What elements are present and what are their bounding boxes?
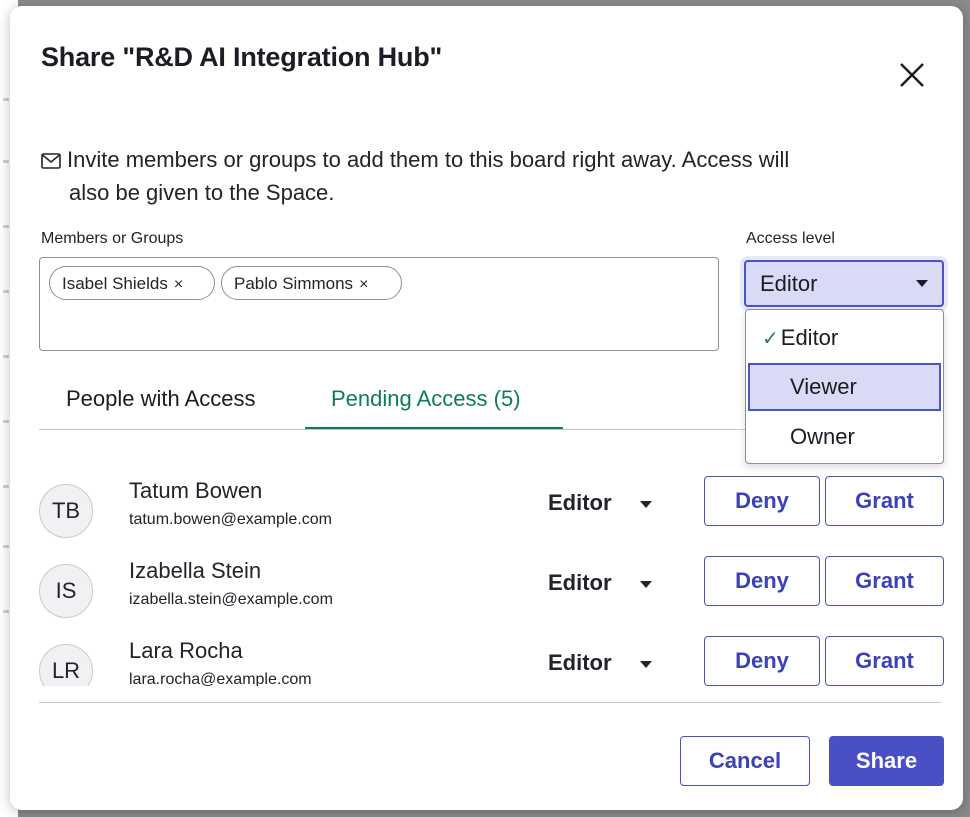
access-level-value: Editor — [760, 271, 818, 296]
deny-button[interactable]: Deny — [704, 556, 820, 606]
caret-down-icon[interactable] — [640, 661, 652, 668]
menu-option-owner[interactable]: Owner — [748, 413, 941, 461]
remove-chip-icon[interactable]: × — [174, 276, 183, 293]
menu-option-viewer[interactable]: Viewer — [748, 363, 941, 411]
cancel-button[interactable]: Cancel — [680, 736, 810, 786]
members-input[interactable]: Isabel Shields × Pablo Simmons × — [39, 257, 719, 351]
info-text-line1: Invite members or groups to add them to … — [67, 147, 790, 172]
person-name: Izabella Stein — [129, 558, 262, 583]
grant-button[interactable]: Grant — [825, 636, 944, 686]
invite-info: Invite members or groups to add them to … — [41, 144, 921, 208]
dialog-title: Share "R&D AI Integration Hub" — [41, 42, 443, 72]
mail-icon — [41, 146, 61, 177]
check-icon: ✓ — [762, 328, 779, 350]
tab-people-with-access[interactable]: People with Access — [66, 386, 256, 412]
access-level-label: Access level — [746, 230, 835, 247]
caret-down-icon[interactable] — [640, 581, 652, 588]
list-item: LR Lara Rocha lara.rocha@example.com Edi… — [39, 636, 949, 686]
avatar: LR — [39, 644, 93, 686]
caret-down-icon — [916, 280, 928, 287]
role-select[interactable]: Editor — [548, 570, 612, 596]
person-email: izabella.stein@example.com — [129, 591, 333, 608]
member-chip: Pablo Simmons × — [221, 266, 402, 300]
close-button[interactable] — [895, 58, 929, 92]
share-button[interactable]: Share — [829, 736, 944, 786]
role-select[interactable]: Editor — [548, 650, 612, 676]
person-name: Lara Rocha — [129, 638, 243, 663]
person-email: tatum.bowen@example.com — [129, 511, 332, 528]
chip-label: Pablo Simmons — [234, 274, 354, 293]
option-label: Owner — [790, 424, 855, 449]
menu-option-editor[interactable]: ✓Editor — [748, 314, 941, 362]
option-label: Viewer — [790, 374, 857, 399]
access-level-menu: ✓Editor Viewer Owner — [745, 309, 944, 464]
info-text-line2: also be given to the Space. — [69, 180, 335, 205]
remove-chip-icon[interactable]: × — [359, 276, 368, 293]
role-select[interactable]: Editor — [548, 490, 612, 516]
access-level-select[interactable]: Editor — [744, 260, 944, 307]
share-dialog: Share "R&D AI Integration Hub" Invite me… — [10, 6, 963, 810]
grant-button[interactable]: Grant — [825, 476, 944, 526]
avatar: TB — [39, 484, 93, 538]
footer-divider — [39, 702, 941, 703]
tab-pending-access[interactable]: Pending Access (5) — [331, 386, 521, 412]
option-label: Editor — [780, 325, 839, 350]
deny-button[interactable]: Deny — [704, 636, 820, 686]
members-label: Members or Groups — [41, 230, 184, 247]
close-icon — [900, 63, 924, 87]
avatar: IS — [39, 564, 93, 618]
list-item: TB Tatum Bowen tatum.bowen@example.com E… — [39, 476, 949, 556]
person-name: Tatum Bowen — [129, 478, 263, 503]
chip-label: Isabel Shields — [62, 274, 168, 293]
pending-list: TB Tatum Bowen tatum.bowen@example.com E… — [39, 446, 949, 686]
deny-button[interactable]: Deny — [704, 476, 820, 526]
list-item: IS Izabella Stein izabella.stein@example… — [39, 556, 949, 636]
grant-button[interactable]: Grant — [825, 556, 944, 606]
caret-down-icon[interactable] — [640, 501, 652, 508]
person-email: lara.rocha@example.com — [129, 671, 312, 686]
member-chip: Isabel Shields × — [49, 266, 215, 300]
